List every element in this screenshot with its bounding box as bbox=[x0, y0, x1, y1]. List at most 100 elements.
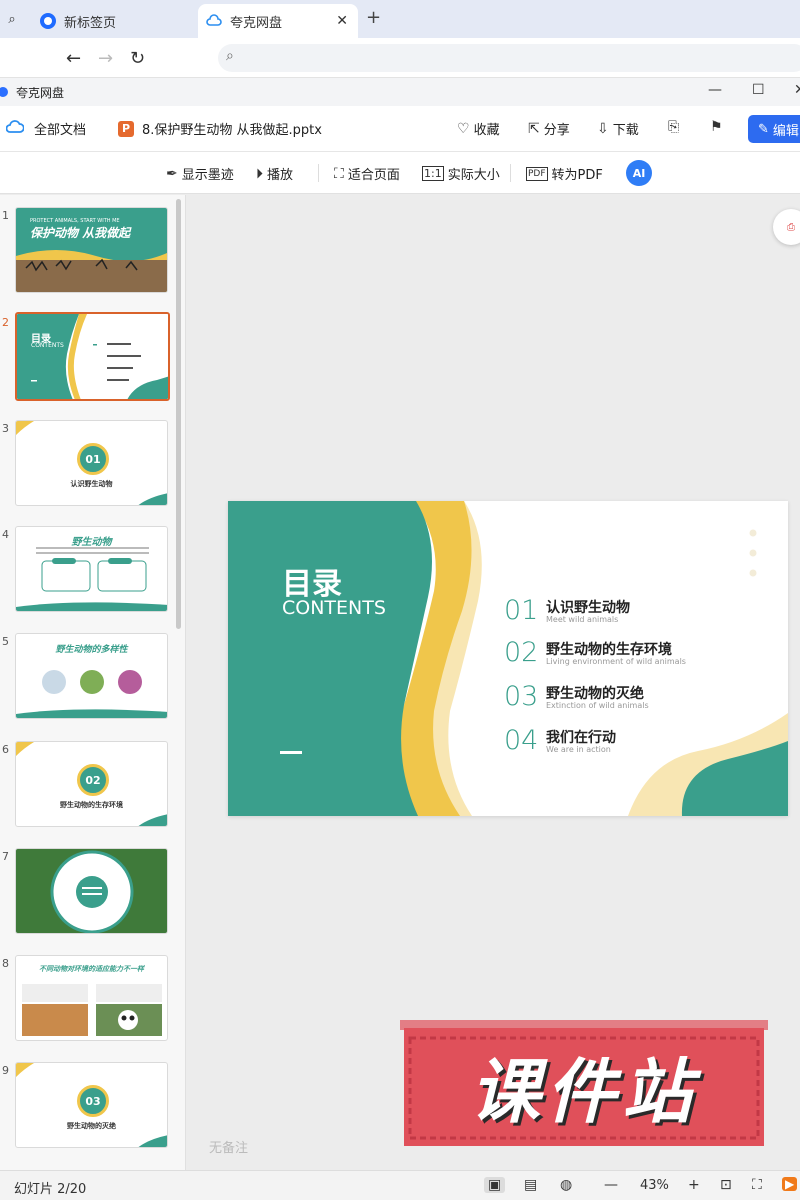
zoom-out-icon[interactable]: — bbox=[604, 1177, 618, 1193]
ai-label: AI bbox=[632, 166, 646, 180]
thumb-number: 5 bbox=[2, 635, 9, 648]
pdf-convert-float-button[interactable]: ⎙ bbox=[773, 209, 800, 245]
toolbar-divider bbox=[318, 164, 319, 182]
thumb-number: 3 bbox=[2, 422, 9, 435]
play-button[interactable]: ⏵ 播放 bbox=[256, 164, 293, 184]
viewer-toolbar: ✒ 显示墨迹 ⏵ 播放 ⛶ 适合页面 1:1 实际大小 PDF 转为PDF AI bbox=[0, 152, 800, 194]
show-ink-button[interactable]: ✒ 显示墨迹 bbox=[166, 164, 234, 184]
cloud-icon bbox=[5, 119, 25, 138]
thumb-3-badge: 01 bbox=[77, 443, 109, 475]
fit-screen-icon[interactable]: ⊡ bbox=[720, 1177, 732, 1193]
thumb-number: 8 bbox=[2, 957, 9, 970]
close-window-icon[interactable]: ✕ bbox=[794, 82, 800, 98]
slide-counter: 幻灯片 2/20 bbox=[14, 1182, 87, 1197]
globe-icon[interactable]: ◍ bbox=[560, 1177, 572, 1193]
thumb-number: 6 bbox=[2, 743, 9, 756]
to-pdf-label: 转为PDF bbox=[551, 168, 603, 183]
tab-label: 新标签页 bbox=[64, 15, 117, 31]
toc-heading: 野生动物的生存环境 bbox=[546, 642, 672, 658]
tab-quark-drive[interactable]: 夸克网盘 ✕ bbox=[198, 4, 358, 38]
collect-label: 收藏 bbox=[473, 123, 500, 138]
pdf-icon: PDF bbox=[526, 166, 548, 181]
thumb-9-badge: 03 bbox=[77, 1085, 109, 1117]
close-tab-icon[interactable]: ✕ bbox=[336, 13, 348, 29]
collect-button[interactable]: ♡ 收藏 bbox=[457, 119, 500, 139]
thumb-3-caption: 认识野生动物 bbox=[70, 480, 113, 488]
download-button[interactable]: ⇩ 下载 bbox=[597, 119, 639, 139]
thumb-6-caption: 野生动物的生存环境 bbox=[60, 801, 123, 809]
file-name: P 8.保护野生动物 从我做起.pptx bbox=[118, 119, 322, 138]
share-icon: ⇱ bbox=[528, 120, 540, 137]
download-icon: ⇩ bbox=[597, 120, 609, 137]
address-bar[interactable]: ⌕ bbox=[218, 44, 800, 72]
browser-tab-bar: ⌕ 新标签页 夸克网盘 ✕ + bbox=[0, 0, 800, 38]
share-label: 分享 bbox=[543, 123, 570, 138]
zoom-in-icon[interactable]: + bbox=[688, 1177, 700, 1193]
fit-page-label: 适合页面 bbox=[347, 168, 400, 183]
thumb-7-art bbox=[16, 849, 167, 933]
to-pdf-button[interactable]: PDF 转为PDF bbox=[526, 164, 603, 183]
cloud-logo-icon bbox=[206, 13, 222, 29]
reload-icon[interactable]: ↻ bbox=[130, 48, 145, 69]
grid-view-icon[interactable]: ▤ bbox=[524, 1177, 537, 1193]
thumbnail-slide-4[interactable]: 野生动物 bbox=[15, 526, 168, 612]
watermark-text: 课件站 bbox=[470, 1051, 698, 1133]
thumbnail-slide-6[interactable]: 02 野生动物的生存环境 bbox=[15, 741, 168, 827]
app-title-bar: 夸克网盘 — ☐ ✕ bbox=[0, 78, 800, 106]
slide-dash bbox=[280, 751, 302, 754]
thumb-number: 9 bbox=[2, 1064, 9, 1077]
app-badge-icon[interactable]: ▶ bbox=[782, 1177, 798, 1191]
quark-logo-icon bbox=[40, 13, 56, 29]
toc-number: 04 bbox=[504, 725, 539, 756]
all-docs-link[interactable]: 全部文档 bbox=[5, 119, 87, 138]
status-bar: 幻灯片 2/20 ▣ ▤ ◍ — 43% + ⊡ ⛶ ▶ bbox=[0, 1170, 800, 1200]
share-button[interactable]: ⇱ 分享 bbox=[528, 119, 570, 139]
app-title: 夸克网盘 bbox=[16, 85, 65, 100]
slide-thumbnail-panel[interactable]: 1 PROTECT ANIMALS, START WITH ME 保护动物 从我… bbox=[0, 195, 186, 1170]
toc-number: 02 bbox=[504, 637, 539, 668]
toc-english: Living environment of wild animals bbox=[546, 657, 686, 666]
zoom-level: 43% bbox=[640, 1178, 669, 1193]
fit-page-button[interactable]: ⛶ 适合页面 bbox=[334, 164, 400, 184]
ai-assistant-button[interactable]: AI bbox=[626, 160, 652, 186]
pen-icon: ✎ bbox=[758, 121, 769, 137]
feedback-button[interactable]: ⚑ bbox=[710, 119, 727, 135]
slide-subtitle: CONTENTS bbox=[282, 597, 386, 619]
minimize-icon[interactable]: — bbox=[708, 82, 722, 98]
toc-number: 03 bbox=[504, 681, 539, 712]
thumbnail-slide-9[interactable]: 03 野生动物的灭绝 bbox=[15, 1062, 168, 1148]
play-icon: ⏵ bbox=[256, 165, 263, 182]
thumb-number: 7 bbox=[2, 850, 9, 863]
thumb-1-title: 保护动物 从我做起 bbox=[30, 226, 131, 240]
thumb-6-badge: 02 bbox=[77, 764, 109, 796]
export-icon: ⎘ bbox=[668, 119, 680, 135]
thumbnail-slide-5[interactable]: 野生动物的多样性 bbox=[15, 633, 168, 719]
all-docs-label: 全部文档 bbox=[34, 123, 87, 138]
back-icon[interactable]: ← bbox=[66, 48, 81, 69]
thumbnail-slide-3[interactable]: 01 认识野生动物 bbox=[15, 420, 168, 506]
maximize-icon[interactable]: ☐ bbox=[752, 82, 765, 98]
browser-nav-bar: ← → ↻ ⌕ bbox=[0, 38, 800, 78]
edit-button[interactable]: ✎ 编辑 bbox=[748, 115, 800, 143]
thumbnail-slide-8[interactable]: 不同动物对环境的适应能力不一样 bbox=[15, 955, 168, 1041]
thumbnail-slide-2[interactable]: 目录 CONTENTS bbox=[15, 312, 170, 401]
tab-search-icon[interactable]: ⌕ bbox=[0, 6, 24, 32]
thumb-2-art bbox=[17, 314, 168, 399]
normal-view-icon[interactable]: ▣ bbox=[484, 1177, 506, 1193]
thumb-9-caption: 野生动物的灭绝 bbox=[67, 1122, 116, 1130]
current-slide[interactable]: 目录 CONTENTS 01 认识野生动物 Meet wild animals … bbox=[228, 501, 788, 816]
file-name-label: 8.保护野生动物 从我做起.pptx bbox=[142, 123, 322, 138]
thumbnail-slide-7[interactable] bbox=[15, 848, 168, 934]
tab-new-tab[interactable]: 新标签页 bbox=[30, 4, 196, 38]
forward-icon[interactable]: → bbox=[98, 48, 113, 69]
export-button[interactable]: ⎘ bbox=[668, 119, 683, 135]
toc-number: 01 bbox=[504, 595, 539, 626]
thumbnail-slide-1[interactable]: PROTECT ANIMALS, START WITH ME 保护动物 从我做起 bbox=[15, 207, 168, 293]
document-header: 全部文档 P 8.保护野生动物 从我做起.pptx ♡ 收藏 ⇱ 分享 ⇩ 下载… bbox=[0, 106, 800, 152]
app-logo-icon bbox=[0, 87, 8, 97]
new-tab-icon[interactable]: + bbox=[366, 7, 381, 28]
watermark-stamp: 课件站 bbox=[400, 1018, 768, 1148]
thumbnail-scrollbar[interactable] bbox=[176, 199, 181, 629]
actual-size-button[interactable]: 1:1 实际大小 bbox=[422, 164, 500, 183]
fullscreen-icon[interactable]: ⛶ bbox=[752, 1177, 762, 1193]
